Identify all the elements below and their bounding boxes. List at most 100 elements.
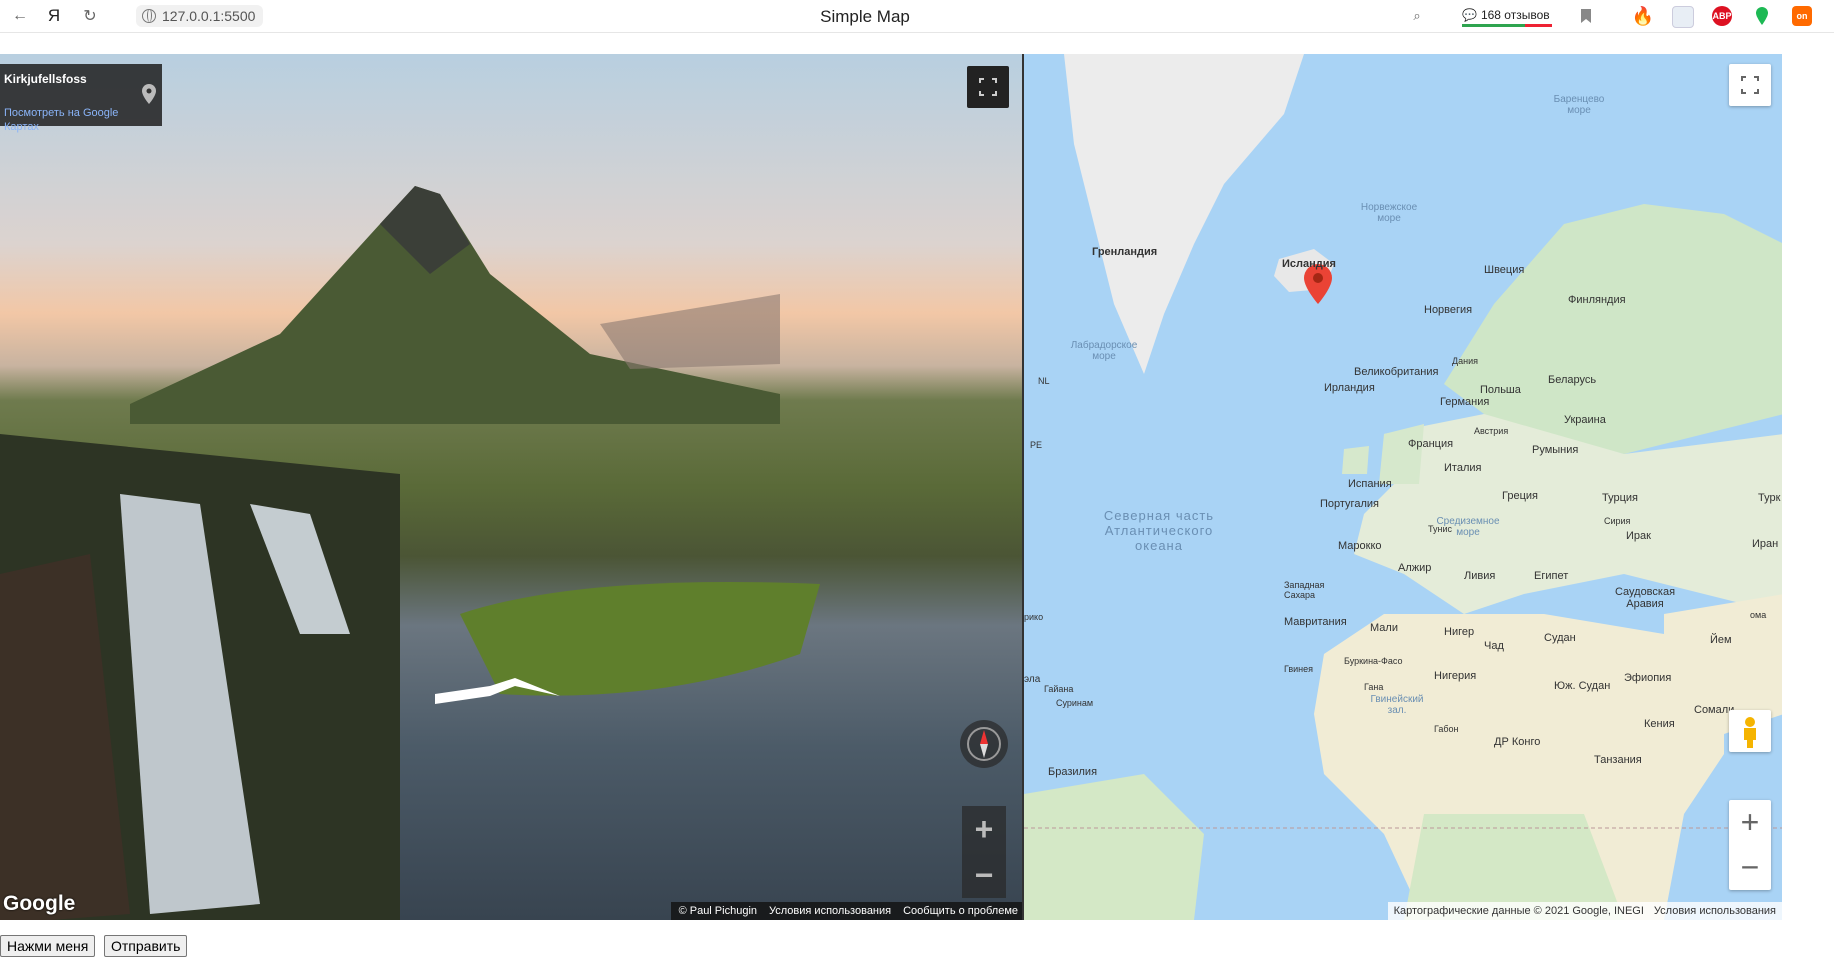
label-greenland: Гренландия [1092, 246, 1158, 258]
label-niger: Нигер [1444, 626, 1475, 638]
label-ela: эла [1024, 674, 1041, 685]
fullscreen-icon [979, 78, 997, 96]
bookmark-icon[interactable] [1574, 4, 1598, 28]
label-gabon: Габон [1434, 724, 1459, 734]
sea-guinea-gulf: Гвинейский зал. [1370, 694, 1424, 716]
map-footer: Картографические данные © 2021 Google, I… [1387, 902, 1782, 920]
label-france: Франция [1408, 438, 1454, 450]
label-nl: NL [1038, 376, 1050, 386]
label-saudi: Саудовская Аравия [1614, 586, 1676, 610]
map-zoom-in-button[interactable]: + [1729, 800, 1771, 845]
label-kenya: Кения [1644, 718, 1675, 730]
label-egypt: Египет [1534, 570, 1569, 582]
label-poland: Польша [1480, 384, 1521, 396]
label-germany: Германия [1440, 396, 1490, 408]
zoom-in-button[interactable]: + [962, 806, 1006, 852]
label-ghana: Гана [1364, 682, 1384, 692]
label-brazil: Бразилия [1048, 766, 1098, 778]
map-zoom-control: + − [1729, 800, 1771, 890]
location-info-card: Kirkjufellsfoss Посмотреть на Google Кар… [0, 64, 162, 133]
label-western-sahara: Западная Сахара [1284, 580, 1325, 600]
adblock-extension-icon[interactable]: ABP [1712, 6, 1732, 26]
compass-control[interactable] [960, 720, 1008, 768]
label-ireland: Ирландия [1324, 382, 1375, 394]
reader-extension-icon[interactable] [1672, 6, 1694, 28]
view-on-google-maps-link[interactable]: Посмотреть на Google Картах [4, 106, 144, 134]
label-iran: Иран [1752, 538, 1779, 550]
location-extension-icon[interactable] [1752, 6, 1772, 26]
label-iceland: Исландия [1282, 258, 1336, 270]
label-syria: Сирия [1604, 516, 1631, 526]
ocean-atlantic: Северная часть Атлантического океана [1103, 508, 1215, 553]
label-turkey: Турция [1602, 492, 1638, 504]
label-morocco: Марокко [1338, 540, 1382, 552]
map-land [1024, 54, 1782, 920]
label-sudan: Судан [1544, 632, 1576, 644]
label-turk-edge: Турк [1758, 492, 1781, 504]
label-algeria: Алжир [1398, 562, 1432, 574]
click-me-button[interactable]: Нажми меня [0, 935, 96, 957]
pegman-icon [1744, 717, 1756, 748]
fullscreen-button[interactable] [967, 66, 1009, 108]
zoom-icon[interactable]: ⌕ [1405, 4, 1429, 28]
label-norway: Норвегия [1424, 304, 1473, 316]
report-problem-link[interactable]: Сообщить о проблеме [903, 905, 1018, 917]
sea-norwegian: Норвежское море [1360, 202, 1418, 224]
label-guinea: Гвинея [1284, 664, 1314, 674]
zoom-out-button[interactable]: − [962, 852, 1006, 898]
mountain-scene [130, 186, 780, 424]
label-chad: Чад [1484, 640, 1504, 652]
label-mauritania: Мавритания [1284, 616, 1347, 628]
street-view-panorama[interactable]: Kirkjufellsfoss Посмотреть на Google Кар… [0, 54, 1022, 920]
place-name: Kirkjufellsfoss [4, 72, 87, 86]
street-view-footer: © Paul Pichugin Условия использования Со… [670, 902, 1022, 920]
label-sweden: Швеция [1484, 264, 1525, 276]
navigation-arrow-icon[interactable] [430, 674, 570, 714]
label-greece: Греция [1502, 490, 1538, 502]
label-austria: Австрия [1474, 426, 1509, 436]
map-terms-link[interactable]: Условия использования [1654, 905, 1776, 917]
label-tanzania: Танзания [1594, 754, 1642, 766]
street-view-zoom-control: + − [962, 806, 1006, 898]
terms-link[interactable]: Условия использования [769, 905, 891, 917]
reviews-count: 168 отзывов [1480, 8, 1550, 22]
map-fullscreen-button[interactable] [1729, 64, 1771, 106]
label-libya: Ливия [1464, 570, 1496, 582]
sea-barents: Баренцево море [1553, 94, 1605, 116]
label-romania: Румыния [1532, 444, 1579, 456]
label-suriname: Суринам [1056, 698, 1094, 708]
photo-author[interactable]: © Paul Pichugin [679, 905, 757, 917]
map-data-attribution[interactable]: Картографические данные © 2021 Google, I… [1394, 905, 1644, 917]
label-italy: Италия [1444, 462, 1482, 474]
label-guyana: Гайана [1044, 684, 1074, 694]
label-ukraine: Украина [1564, 414, 1606, 426]
sea-labrador: Лабрадорское море [1070, 340, 1138, 362]
map-zoom-out-button[interactable]: − [1729, 845, 1771, 890]
map-pin-icon[interactable] [142, 84, 156, 104]
sea-mediterranean: Средиземное море [1436, 516, 1500, 538]
fullscreen-icon [1741, 76, 1759, 94]
red-marker-icon[interactable] [1304, 264, 1332, 304]
waterfall-scene [0, 434, 400, 920]
google-logo: Google [3, 892, 76, 915]
google-map[interactable]: Гренландия Исландия Швеция Финляндия Нор… [1022, 54, 1782, 920]
fire-extension-icon[interactable]: 🔥 [1632, 6, 1654, 26]
label-spain: Испания [1348, 478, 1392, 490]
label-mali: Мали [1370, 622, 1398, 634]
compass-icon [967, 727, 1001, 761]
pegman-button[interactable] [1729, 710, 1771, 752]
label-yemen: Йем [1710, 634, 1732, 646]
label-oman: ома [1750, 610, 1767, 620]
label-nigeria: Нигерия [1434, 670, 1477, 682]
label-belarus: Беларусь [1548, 374, 1597, 386]
calendar-extension-icon[interactable]: on [1792, 6, 1812, 26]
label-south-sudan: Юж. Судан [1554, 680, 1611, 692]
label-iraq: Ирак [1626, 530, 1651, 542]
label-ethiopia: Эфиопия [1624, 672, 1672, 684]
label-drc: ДР Конго [1494, 736, 1541, 748]
send-button[interactable]: Отправить [104, 935, 188, 957]
label-finland: Финляндия [1568, 294, 1626, 306]
label-denmark: Дания [1452, 356, 1478, 366]
label-burkina: Буркина-Фасо [1344, 656, 1403, 666]
reviews-rating-bar [1462, 24, 1552, 27]
